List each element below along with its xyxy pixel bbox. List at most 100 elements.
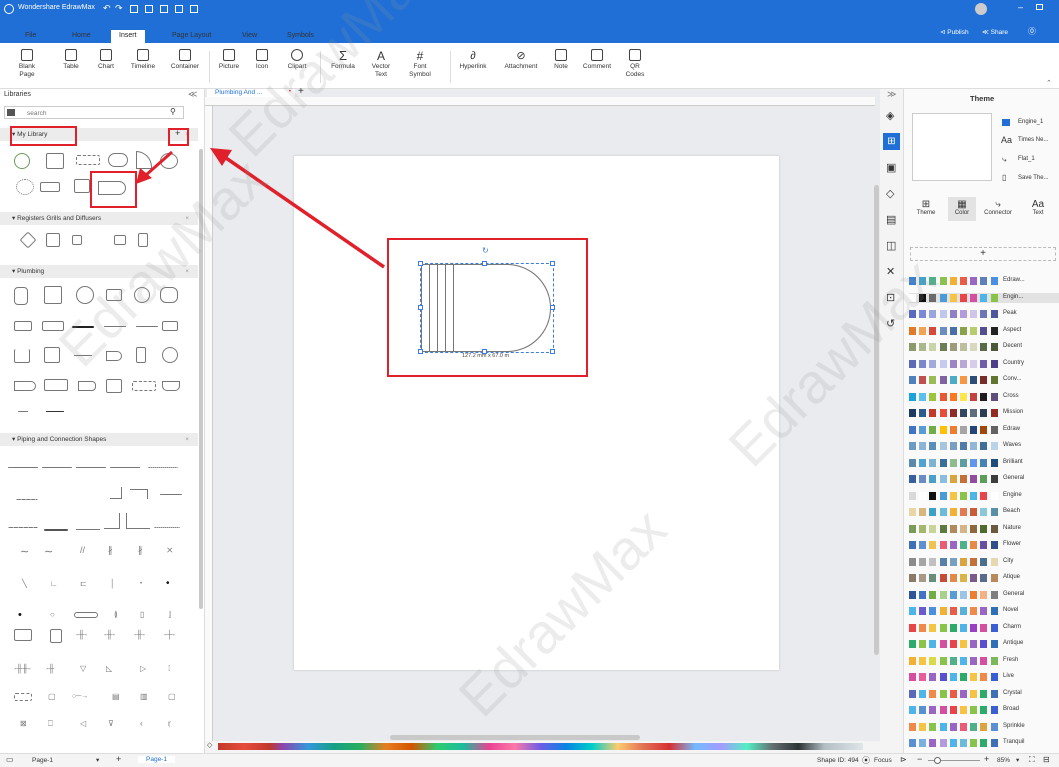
fullscreen-icon[interactable]: ⛶	[1029, 755, 1035, 765]
expand-panel-icon[interactable]: ≫	[887, 89, 896, 100]
color-scheme-row[interactable]: Beach	[909, 507, 1059, 517]
color-swatch	[939, 409, 947, 417]
fill-icon[interactable]: ◈	[886, 109, 894, 122]
color-scheme-row[interactable]: Aspect	[909, 326, 1059, 336]
color-swatch	[980, 574, 988, 582]
theme-preview-item[interactable]: Save The...	[1018, 175, 1049, 181]
color-scheme-row[interactable]: Edraw	[909, 425, 1059, 435]
page-dropdown-icon[interactable]: ▾	[96, 756, 99, 764]
color-swatch	[980, 475, 988, 483]
color-scheme-row[interactable]: Broad	[909, 705, 1059, 715]
add-page-button[interactable]: +	[116, 754, 121, 764]
color-scheme-row[interactable]: Cross	[909, 392, 1059, 402]
color-scheme-row[interactable]: Waves	[909, 441, 1059, 451]
color-swatch	[990, 607, 998, 615]
color-scheme-row[interactable]: Decent	[909, 342, 1059, 352]
color-swatch	[909, 359, 916, 368]
color-swatch	[990, 541, 998, 549]
color-swatch	[960, 359, 967, 368]
color-swatch	[949, 442, 957, 450]
color-scheme-row[interactable]: General	[909, 590, 1059, 600]
color-scheme-row[interactable]: Live	[909, 672, 1059, 682]
color-scheme-row[interactable]: Charm	[909, 623, 1059, 633]
color-swatch	[970, 293, 978, 302]
page-tab[interactable]: Page-1	[138, 756, 175, 763]
play-icon[interactable]: ⊳	[900, 755, 907, 764]
color-scheme-label: Flower	[1003, 541, 1022, 547]
color-swatch	[980, 557, 988, 566]
color-scheme-row[interactable]: Sprinkle	[909, 722, 1059, 732]
color-swatch	[939, 326, 947, 335]
connector-tab-icon: ⤷	[995, 199, 1001, 210]
color-scheme-row[interactable]: Novel	[909, 606, 1059, 616]
color-swatch	[929, 524, 937, 533]
tab-connector[interactable]: ⤷ Connector	[980, 199, 1016, 216]
color-swatch	[939, 541, 947, 549]
color-swatch	[949, 607, 957, 615]
fill-icon[interactable]: ◇	[207, 741, 212, 749]
color-swatch	[949, 475, 957, 483]
color-swatch	[960, 508, 967, 516]
color-scheme-label: Engin...	[1003, 293, 1024, 300]
color-scheme-row[interactable]: Atique	[909, 573, 1059, 583]
color-scheme-row[interactable]: Crystal	[909, 689, 1059, 699]
color-swatch	[970, 359, 978, 368]
palette-strip[interactable]	[218, 743, 863, 750]
color-scheme-row[interactable]: Mission	[909, 408, 1059, 418]
zoom-level[interactable]: 85%	[997, 757, 1010, 764]
color-scheme-row[interactable]: Flower	[909, 540, 1059, 550]
color-scheme-row[interactable]: General	[909, 474, 1059, 484]
zoom-in-button[interactable]: +	[984, 754, 989, 764]
color-swatch	[919, 673, 927, 681]
tab-theme[interactable]: ⊞ Theme	[912, 199, 940, 216]
color-scheme-row[interactable]: Conv...	[909, 375, 1059, 385]
tab-color[interactable]: ▦ Color	[948, 197, 976, 221]
zoom-dropdown-icon[interactable]: ▾	[1016, 756, 1019, 764]
color-scheme-row[interactable]: City	[909, 557, 1059, 567]
theme-preview-item: Engine_1	[1018, 119, 1044, 125]
color-swatch	[949, 574, 957, 582]
theme-icon[interactable]: ⊞	[883, 133, 900, 150]
page-icon[interactable]: ▤	[886, 213, 896, 226]
color-swatch	[990, 689, 998, 698]
tab-text[interactable]: Aa Text	[1024, 199, 1052, 216]
color-scheme-row[interactable]: Nature	[909, 524, 1059, 534]
layers-icon[interactable]: ◇	[886, 187, 894, 200]
color-scheme-label: Sprinkle	[1003, 722, 1025, 729]
color-scheme-row[interactable]: Engine	[909, 491, 1059, 501]
color-scheme-label: Fresh	[1003, 656, 1019, 663]
color-swatch	[949, 491, 957, 500]
zoom-slider-thumb[interactable]	[934, 757, 941, 764]
image-icon[interactable]: ▣	[886, 161, 896, 174]
save-theme-icon[interactable]: ▯	[1002, 173, 1006, 182]
color-scheme-row[interactable]: Country	[909, 359, 1059, 369]
color-swatch	[949, 541, 957, 549]
zoom-slider[interactable]	[928, 757, 980, 764]
color-scheme-row[interactable]: Tranquil	[909, 738, 1059, 748]
color-scheme-label: Edraw...	[1003, 277, 1025, 283]
color-scheme-row[interactable]: Fresh	[909, 656, 1059, 666]
color-swatch	[949, 392, 957, 401]
color-swatch	[970, 326, 978, 335]
color-swatch	[939, 310, 947, 318]
color-scheme-row[interactable]: Peak	[909, 309, 1059, 319]
add-color-scheme-button[interactable]: +	[910, 247, 1056, 261]
color-swatch	[939, 392, 947, 401]
data-icon[interactable]: ◫	[886, 239, 896, 252]
color-swatch	[949, 326, 957, 335]
color-swatch	[980, 607, 988, 615]
canvas-vertical-scrollbar[interactable]	[874, 185, 879, 655]
color-swatch	[949, 409, 957, 417]
color-scheme-label: Peak	[1003, 310, 1017, 316]
color-scheme-row[interactable]: Antique	[909, 639, 1059, 649]
color-swatch	[980, 392, 988, 401]
page-select[interactable]: Page-1	[32, 757, 53, 764]
color-tab-icon: ▦	[957, 199, 967, 210]
canvas-horizontal-scrollbar[interactable]	[390, 735, 640, 740]
fit-page-icon[interactable]: ⊟	[1043, 755, 1050, 764]
focus-icon[interactable]: ⦿	[862, 755, 870, 766]
page-layout-icon[interactable]: ▭	[6, 755, 14, 764]
focus-label[interactable]: Focus	[874, 757, 892, 764]
color-scheme-row[interactable]: Brilliant	[909, 458, 1059, 468]
zoom-out-button[interactable]: −	[917, 754, 922, 764]
